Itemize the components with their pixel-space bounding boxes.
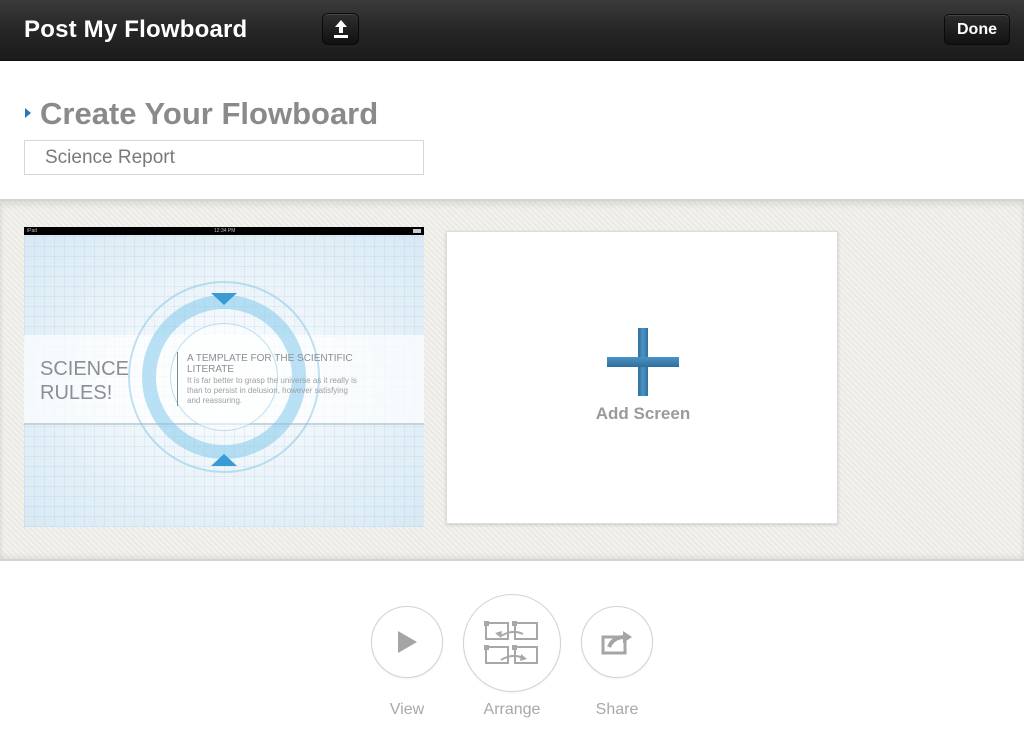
- top-bar: Post My Flowboard Done: [0, 0, 1024, 61]
- thumbnail-divider: [177, 352, 178, 406]
- battery-icon: [413, 229, 421, 233]
- upload-button[interactable]: [322, 13, 359, 45]
- screens-canvas: iPad 12:34 PM SCIENCE RULES! A TEMPLATE …: [0, 199, 1024, 561]
- view-label: View: [389, 701, 425, 718]
- play-icon: [398, 631, 417, 653]
- app-title: Post My Flowboard: [24, 16, 248, 43]
- screen-thumbnail[interactable]: iPad 12:34 PM SCIENCE RULES! A TEMPLATE …: [24, 227, 424, 527]
- arrange-label: Arrange: [483, 701, 541, 718]
- thumbnail-status-bar: iPad 12:34 PM: [24, 227, 424, 235]
- flowboard-header: Create Your Flowboard: [0, 61, 1024, 199]
- share-icon: [601, 631, 632, 655]
- triangle-down-icon: [211, 293, 237, 305]
- thumbnail-device-label: iPad: [27, 228, 38, 234]
- thumbnail-clock: 12:34 PM: [214, 228, 236, 234]
- add-screen-card[interactable]: Add Screen: [446, 231, 838, 524]
- done-button[interactable]: Done: [944, 14, 1010, 45]
- page-title: Create Your Flowboard: [40, 96, 379, 131]
- arrange-button[interactable]: [463, 594, 561, 692]
- thumbnail-headline: SCIENCE RULES!: [40, 358, 129, 404]
- disclosure-triangle-icon: [25, 108, 31, 118]
- thumbnail-body: It is far better to grasp the universe a…: [187, 376, 357, 405]
- thumbnail-background: SCIENCE RULES! A TEMPLATE FOR THE SCIENT…: [24, 235, 424, 527]
- add-screen-label: Add Screen: [595, 404, 691, 423]
- share-label: Share: [595, 701, 639, 718]
- thumbnail-subhead: A TEMPLATE FOR THE SCIENTIFIC LITERATE: [187, 353, 353, 375]
- triangle-up-icon: [211, 454, 237, 466]
- share-button[interactable]: [581, 606, 653, 678]
- upload-icon: [333, 20, 348, 38]
- arrange-icon: [484, 621, 538, 664]
- plus-icon: [607, 328, 679, 396]
- view-button[interactable]: [371, 606, 443, 678]
- flowboard-name-input[interactable]: [24, 140, 424, 175]
